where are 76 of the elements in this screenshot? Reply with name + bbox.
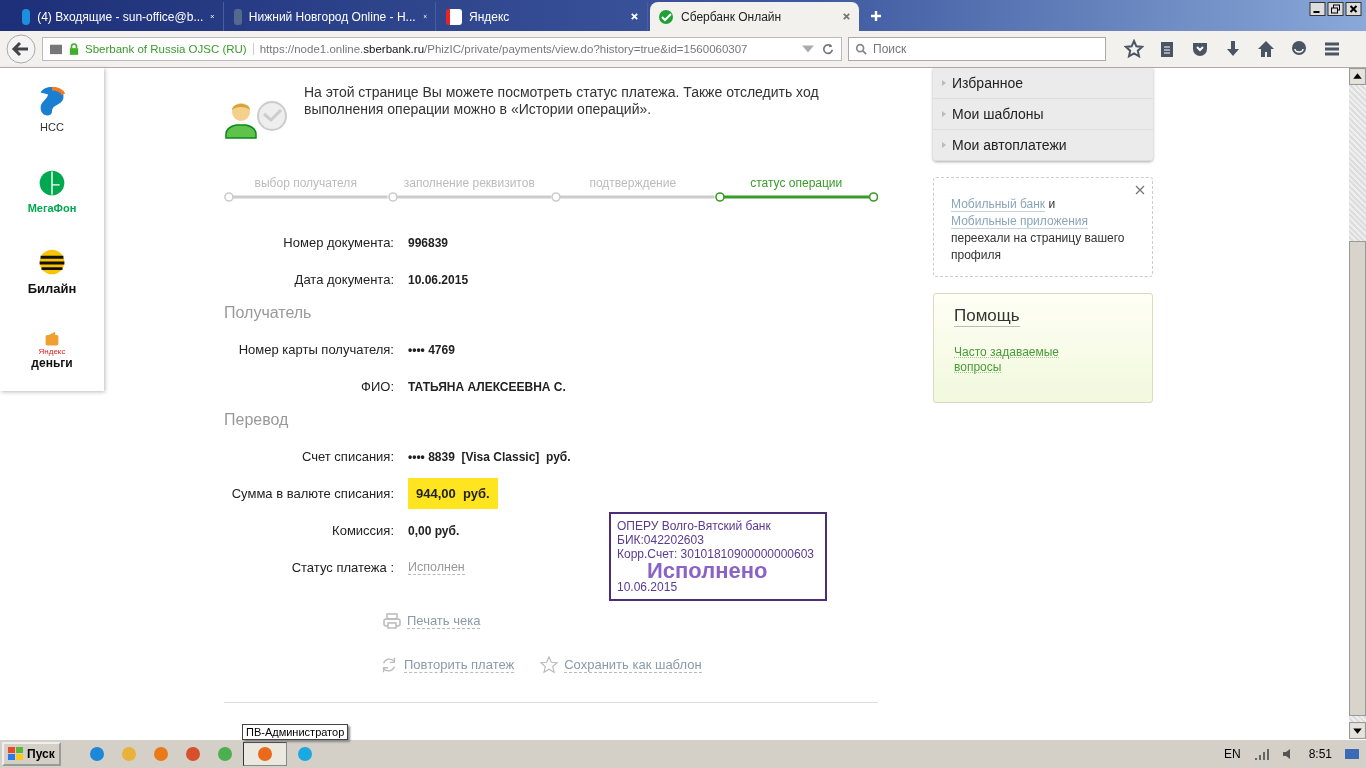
menu-item[interactable]: Мои шаблоны <box>933 99 1153 130</box>
square-icon <box>446 8 462 25</box>
field-label: Статус платежа : <box>290 560 394 575</box>
field-label: Комиссия: <box>331 523 394 538</box>
scrollbar[interactable] <box>1349 68 1366 739</box>
stamp-line: ОПЕРУ Волго-Вятский банк <box>617 519 772 533</box>
provider-name[interactable]: Билайн <box>27 281 77 297</box>
step-label: выбор получателя <box>254 176 357 190</box>
clock: 8:51 <box>1308 747 1332 761</box>
scroll-up-icon[interactable] <box>1349 68 1366 85</box>
triangle-icon <box>942 111 946 117</box>
browser-tab[interactable]: Сбербанк Онлайн <box>650 2 860 31</box>
monitor-icon[interactable] <box>1344 746 1360 762</box>
notice-text: Мобильный банк и Мобильные приложения переехали на страницу вашего профиля <box>951 196 1126 264</box>
start-button[interactable]: Пуск <box>2 742 61 766</box>
restore-icon[interactable] <box>1327 2 1344 16</box>
app-icon <box>256 746 273 762</box>
close-icon[interactable] <box>1345 2 1362 16</box>
stamp-date: 10.06.2015 <box>617 580 679 594</box>
help-title: Помощь <box>954 306 1020 327</box>
field-value: 996839 <box>408 235 449 250</box>
section-heading: Получатель <box>224 303 313 323</box>
field-label: Номер документа: <box>282 235 394 250</box>
stamp-line: БИК:042202603 <box>617 533 705 547</box>
menu-item[interactable]: Мои автоплатежи <box>933 130 1153 161</box>
app-icon <box>296 746 313 762</box>
app-icon <box>152 746 169 762</box>
taskbar-app[interactable] <box>242 742 287 766</box>
reload-icon[interactable] <box>821 43 835 55</box>
search-icon <box>854 43 868 55</box>
field-label: ФИО: <box>360 379 394 394</box>
app-icon <box>184 746 201 762</box>
plus-icon[interactable] <box>870 10 882 22</box>
field-value: 10.06.2015 <box>408 272 469 287</box>
address-bar[interactable]: Sberbank of Russia OJSC (RU) https://node1.online.sberbank.ru/PhizIC/private/payments/view.do?history=true&id=1560060307 <box>42 37 842 61</box>
tooltip: ПВ-Администратор <box>242 724 349 740</box>
padlock-icon <box>69 43 79 55</box>
signal-bars-icon[interactable] <box>1252 746 1269 762</box>
field-value: •••• 4769 <box>408 342 455 357</box>
menu-item[interactable]: Избранное <box>933 68 1153 99</box>
scroll-thumb[interactable] <box>1349 241 1366 716</box>
step-label: статус операции <box>750 176 843 190</box>
star-icon[interactable] <box>540 656 559 674</box>
amount-highlight: 944,00 руб. <box>408 478 498 509</box>
field-label: Счет списания: <box>301 449 394 464</box>
provider-name[interactable]: деньги <box>31 356 73 371</box>
star-icon[interactable] <box>1124 39 1144 59</box>
step-label: заполнение реквизитов <box>403 176 535 190</box>
windows-logo-icon <box>8 747 24 761</box>
close-icon[interactable] <box>210 12 215 21</box>
field-label: Дата документа: <box>293 272 394 287</box>
home-icon[interactable] <box>1256 39 1276 59</box>
field-label: Сумма в валюте списания: <box>230 486 394 501</box>
site-identity: Sberbank of Russia OJSC (RU) <box>85 43 254 55</box>
app-icon <box>120 746 137 762</box>
triangle-icon <box>942 80 946 86</box>
field-value: •••• 8839 [Visa Classic] руб. <box>408 449 571 464</box>
field-label: Номер карты получателя: <box>237 342 394 357</box>
provider-caption: Яндекс <box>38 347 66 357</box>
search-field[interactable]: Поиск <box>848 37 1106 61</box>
intro-text: На этой странице Вы можете посмотреть статус платежа. Также отследить ход выполнения операции можно в «Истории операций». <box>304 84 820 119</box>
field-value: 0,00 руб. <box>408 523 460 538</box>
step-label: подтверждение <box>589 176 677 190</box>
language-indicator[interactable]: EN <box>1223 747 1241 761</box>
field-value: ТАТЬЯНА АЛЕКСЕЕВНА С. <box>408 379 566 394</box>
app-icon <box>216 746 233 762</box>
triangle-icon <box>942 142 946 148</box>
stamp-line: Корр.Счет: 30101810900000000603 <box>617 547 816 561</box>
url-text: https://node1.online.sberbank.ru/PhizIC/private/payments/view.do?history=true&id=1560060307 <box>259 43 749 55</box>
provider-name[interactable]: НСС <box>40 121 64 134</box>
section-heading: Перевод <box>224 410 290 430</box>
stamp-status: Исполнено <box>647 561 769 580</box>
minimize-icon[interactable] <box>1309 2 1326 16</box>
check-circle-icon <box>658 8 674 25</box>
app-icon <box>88 746 105 762</box>
scroll-down-icon[interactable] <box>1349 722 1366 739</box>
